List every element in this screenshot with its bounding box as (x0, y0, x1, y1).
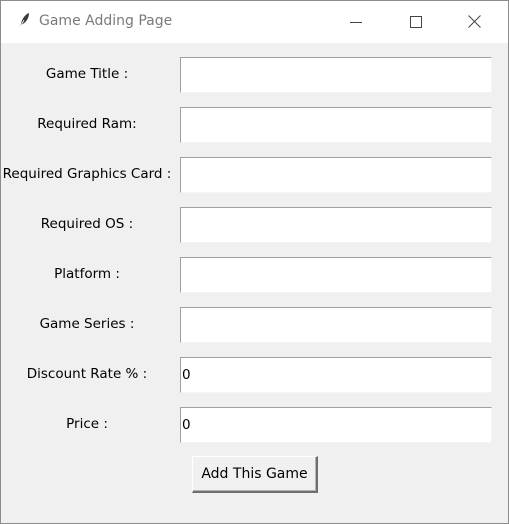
close-button[interactable] (445, 1, 503, 43)
required-ram-label: Required Ram: (37, 116, 137, 132)
game-series-input[interactable] (180, 307, 492, 343)
game-title-input[interactable] (180, 57, 492, 93)
game-adding-window: Game Adding Page Game Title : Required R… (0, 0, 509, 524)
maximize-icon (410, 13, 422, 32)
game-title-label: Game Title : (45, 66, 129, 82)
required-os-label: Required OS : (40, 216, 134, 232)
add-game-button[interactable]: Add This Game (192, 456, 318, 493)
required-ram-input[interactable] (180, 107, 492, 143)
minimize-button[interactable] (327, 1, 385, 43)
price-input[interactable] (180, 407, 492, 443)
discount-rate-label: Discount Rate % : (26, 366, 148, 382)
title-bar[interactable]: Game Adding Page (1, 1, 508, 43)
required-graphics-card-input[interactable] (180, 157, 492, 193)
platform-input[interactable] (180, 257, 492, 293)
required-os-input[interactable] (180, 207, 492, 243)
window-title: Game Adding Page (39, 13, 173, 29)
discount-rate-input[interactable] (180, 357, 492, 393)
game-series-label: Game Series : (39, 316, 135, 332)
required-graphics-card-label: Required Graphics Card : (2, 166, 172, 182)
minimize-icon (350, 13, 362, 32)
platform-label: Platform : (54, 266, 120, 282)
close-icon (467, 13, 481, 32)
feather-icon (15, 12, 31, 32)
price-label: Price : (66, 416, 108, 432)
maximize-button[interactable] (387, 1, 445, 43)
